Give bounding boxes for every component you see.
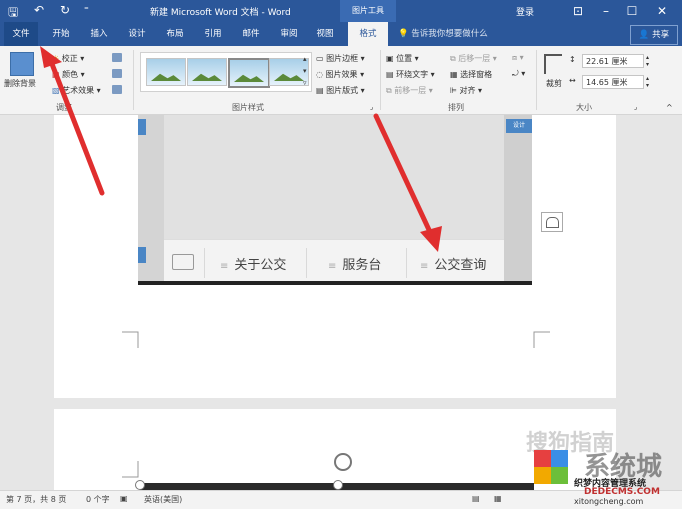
arrow-to-picture (373, 113, 442, 252)
windows-logo-icon (534, 450, 568, 484)
proofing-icon[interactable]: ▣ (120, 494, 128, 503)
read-mode-icon[interactable]: ▤ (472, 494, 480, 503)
watermark-site3: xitongcheng.com (574, 497, 644, 506)
watermark-site2: DEDECMS.COM (584, 487, 660, 497)
annotation-arrows (40, 46, 442, 252)
print-layout-icon[interactable]: ▦ (494, 494, 502, 503)
word-count[interactable]: 0 个字 (86, 494, 110, 505)
page-count[interactable]: 第 7 页，共 8 页 (6, 494, 66, 505)
language[interactable]: 英语(美国) (144, 494, 182, 505)
corner-watermark: 系统城 织梦内容管理系统 DEDECMS.COM xitongcheng.com (530, 446, 682, 508)
arrow-to-remove-background (40, 46, 105, 196)
